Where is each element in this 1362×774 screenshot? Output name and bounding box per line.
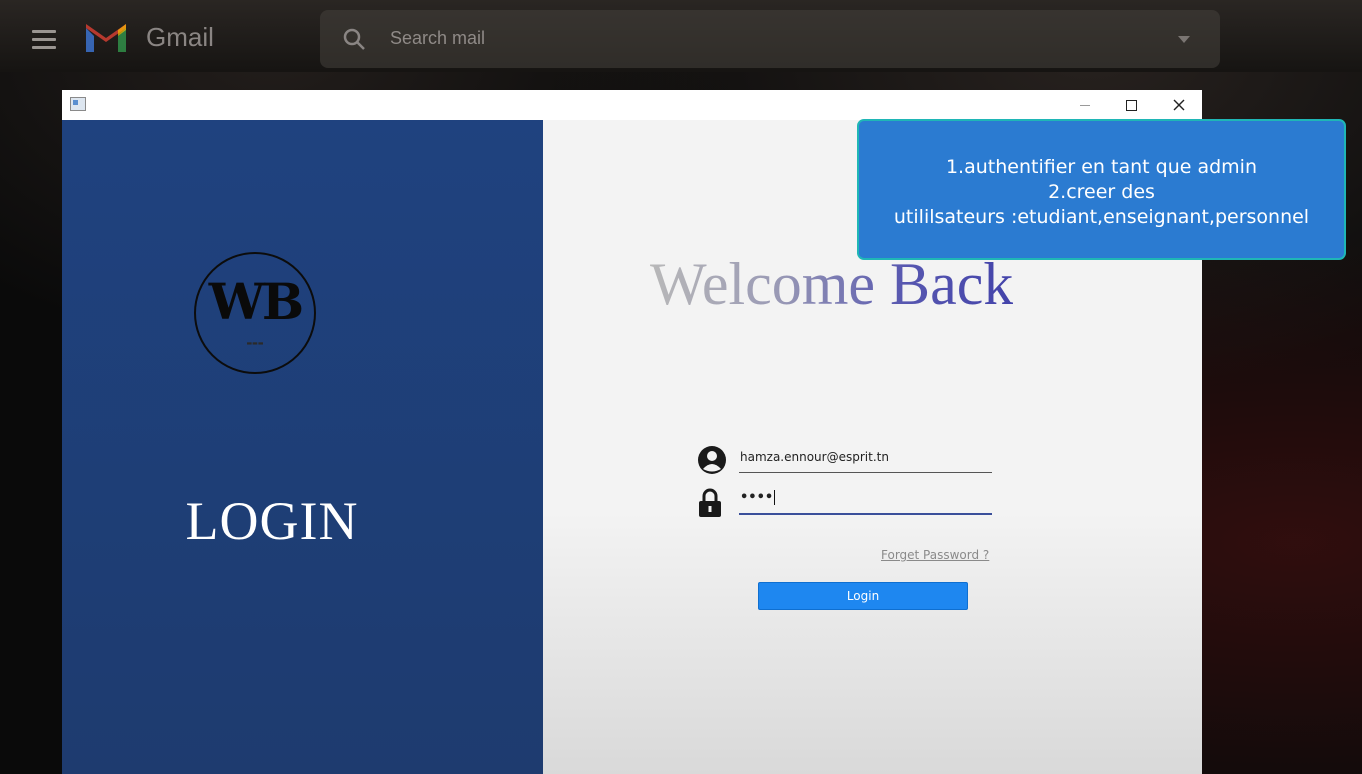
password-field[interactable]: •••• <box>739 485 992 515</box>
close-icon <box>1173 99 1185 111</box>
gmail-logo-icon[interactable] <box>84 22 128 58</box>
app-icon <box>70 97 86 111</box>
minimize-button[interactable] <box>1062 90 1108 120</box>
login-button[interactable]: Login <box>758 582 968 610</box>
password-value: •••• <box>740 490 774 505</box>
maximize-button[interactable] <box>1108 90 1154 120</box>
maximize-icon <box>1125 99 1137 111</box>
menu-icon[interactable] <box>32 30 56 54</box>
welcome-heading: Welcome Back <box>650 251 1014 317</box>
forget-password-link[interactable]: Forget Password ? <box>881 548 989 562</box>
user-icon <box>698 446 726 474</box>
lock-icon <box>699 488 721 517</box>
search-bar[interactable]: Search mail <box>320 10 1220 68</box>
gmail-wordmark: Gmail <box>146 22 214 52</box>
note-line: utililsateurs :etudiant,enseignant,perso… <box>893 206 1310 228</box>
close-button[interactable] <box>1156 90 1202 120</box>
logo-text: WB <box>208 272 304 331</box>
window-titlebar[interactable] <box>62 90 1202 120</box>
note-line: 2.creer des <box>1048 181 1155 203</box>
search-input[interactable]: Search mail <box>390 28 485 49</box>
minimize-icon <box>1080 104 1090 106</box>
logo-subtext: ▬▬▬ <box>246 340 264 347</box>
gmail-header: Gmail Search mail <box>0 0 1362 72</box>
login-heading: LOGIN <box>185 491 359 551</box>
email-field[interactable]: hamza.ennour@esprit.tn <box>739 444 992 473</box>
search-icon[interactable] <box>342 27 366 51</box>
text-cursor <box>774 490 776 505</box>
branding-panel: WB ▬▬▬ LOGIN <box>62 120 543 774</box>
instruction-note: 1.authentifier en tant que admin 2.creer… <box>857 119 1346 260</box>
note-line: 1.authentifier en tant que admin <box>945 156 1258 178</box>
search-options-icon[interactable] <box>1178 36 1190 43</box>
wb-logo: WB ▬▬▬ <box>194 252 316 374</box>
